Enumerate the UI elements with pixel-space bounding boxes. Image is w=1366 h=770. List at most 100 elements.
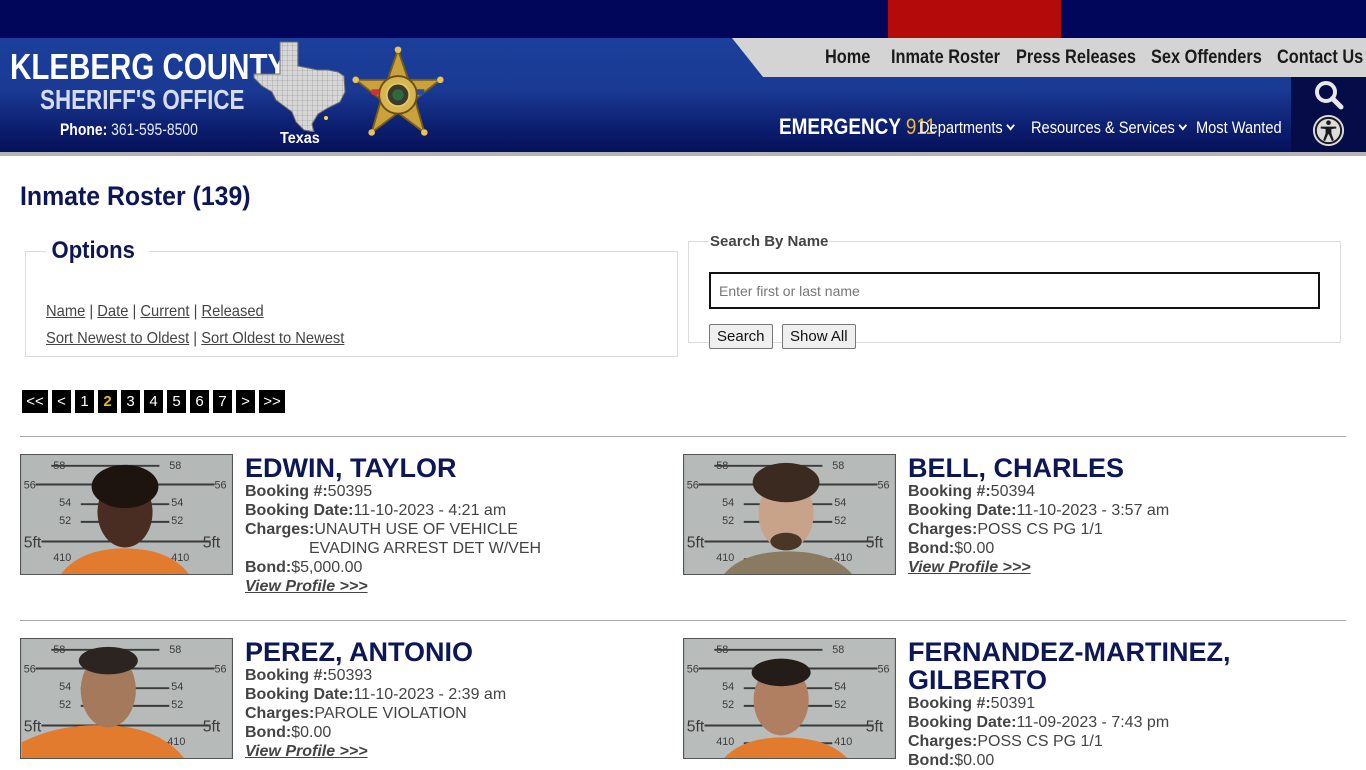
options-legend: Options (51, 237, 135, 264)
nav-departments-dropdown[interactable]: Departments (919, 112, 1016, 144)
nav-inmate-roster[interactable]: Inmate Roster (891, 38, 1000, 77)
nav-most-wanted[interactable]: Most Wanted (1196, 112, 1282, 144)
filter-released-link[interactable]: Released (202, 303, 264, 320)
bond-label: Bond: (908, 752, 955, 769)
svg-text:54: 54 (834, 681, 846, 693)
inmate-name: BELL, CHARLES (908, 453, 1124, 483)
svg-text:54: 54 (59, 681, 71, 693)
page-7-button[interactable]: 7 (213, 390, 232, 413)
filter-name-link[interactable]: Name (46, 303, 85, 320)
svg-text:56: 56 (687, 663, 699, 675)
separator: | (89, 303, 94, 320)
svg-text:58: 58 (832, 644, 844, 656)
booking-number-label: Booking #: (908, 483, 991, 500)
inmate-name-line2: GILBERTO (908, 665, 1048, 695)
svg-text:58: 58 (53, 460, 65, 472)
view-profile-link[interactable]: View Profile >>> (245, 742, 368, 761)
accessibility-icon[interactable] (1311, 113, 1346, 148)
row-divider (20, 436, 1346, 437)
svg-text:54: 54 (171, 681, 183, 693)
inmate-name: PEREZ, ANTONIO (245, 637, 474, 667)
booking-date-value: 11-09-2023 - 7:43 pm (1016, 714, 1170, 731)
nav-press-releases[interactable]: Press Releases (1016, 38, 1136, 77)
charge-value: UNAUTH USE OF VEHICLE (314, 521, 518, 538)
search-button[interactable]: Search (709, 324, 773, 349)
search-legend: Search By Name (710, 233, 829, 250)
mugshot-image: 58 5856 5654 5452 525ft 5ft410 (21, 639, 232, 758)
emergency-label: EMERGENCY (779, 114, 901, 139)
svg-text:410: 410 (834, 736, 852, 748)
charge-value: POSS CS PG 1/1 (977, 733, 1103, 750)
chevron-down-icon (1178, 120, 1188, 131)
inmate-info: FERNANDEZ-MARTINEZ, GILBERTO Booking #:5… (908, 638, 1230, 770)
sort-newest-link[interactable]: Sort Newest to Oldest (46, 330, 189, 347)
booking-date-label: Booking Date: (245, 686, 354, 703)
page-prev-button[interactable]: < (52, 390, 71, 413)
nav-sex-offenders[interactable]: Sex Offenders (1151, 38, 1262, 77)
svg-text:54: 54 (834, 497, 846, 509)
booking-number: Booking #:50394 (908, 482, 1169, 501)
booking-number-value: 50391 (990, 695, 1036, 712)
view-profile-link[interactable]: View Profile >>> (245, 577, 368, 596)
charge-value: PAROLE VIOLATION (314, 705, 467, 722)
page-4-button[interactable]: 4 (144, 390, 163, 413)
booking-date-value: 11-10-2023 - 3:57 am (1016, 502, 1170, 519)
inmate-photo[interactable]: 58 58 56 56 54 54 52 52 5ft 5ft 410 410 (20, 454, 233, 575)
inmate-photo[interactable]: 58 58 56 56 54 54 52 52 5ft 5ft 410 (20, 638, 233, 759)
svg-text:52: 52 (722, 515, 734, 527)
booking-date: Booking Date:11-10-2023 - 2:39 am (245, 685, 506, 704)
nav-contact-us[interactable]: Contact Us (1277, 38, 1363, 77)
filter-current-link[interactable]: Current (140, 303, 189, 320)
svg-text:410: 410 (716, 736, 734, 748)
page-2-button[interactable]: 2 (98, 390, 117, 413)
charge-value: EVADING ARREST DET W/VEH (309, 540, 542, 557)
sign-up-alerts-button[interactable] (888, 0, 1061, 38)
svg-text:5ft: 5ft (24, 718, 42, 735)
bond: Bond:$5,000.00 (245, 558, 541, 577)
booking-number-label: Booking #: (245, 483, 328, 500)
page-first-button[interactable]: << (22, 390, 48, 413)
charges: Charges:POSS CS PG 1/1 (908, 520, 1169, 539)
svg-text:5ft: 5ft (866, 534, 884, 551)
mugshot-image: 58 5856 5654 5452 525ft 5ft410 410 (21, 455, 232, 574)
svg-text:56: 56 (215, 479, 227, 491)
top-utility-bar (0, 0, 1366, 38)
view-profile-link[interactable]: View Profile >>> (908, 558, 1031, 577)
svg-text:58: 58 (716, 644, 728, 656)
emergency-911-link[interactable]: EMERGENCY 911 (779, 111, 936, 143)
page-next-button[interactable]: > (236, 390, 255, 413)
svg-text:56: 56 (24, 663, 36, 675)
show-all-button[interactable]: Show All (782, 324, 856, 349)
page-last-button[interactable]: >> (259, 390, 285, 413)
sort-oldest-link[interactable]: Sort Oldest to Newest (201, 330, 344, 347)
page-3-button[interactable]: 3 (121, 390, 140, 413)
phone-label: Phone: (60, 120, 108, 139)
nav-resources-dropdown[interactable]: Resources & Services (1031, 112, 1188, 144)
svg-text:5ft: 5ft (203, 718, 221, 735)
inmate-photo[interactable]: 58 58 56 56 54 54 52 52 5ft 5ft 410 410 (683, 638, 896, 759)
page-1-button[interactable]: 1 (75, 390, 94, 413)
booking-number-value: 50393 (327, 667, 373, 684)
filter-date-link[interactable]: Date (97, 303, 128, 320)
svg-text:52: 52 (171, 515, 183, 527)
svg-text:52: 52 (834, 515, 846, 527)
bond-value: $0.00 (954, 540, 995, 557)
page-5-button[interactable]: 5 (167, 390, 186, 413)
chevron-down-icon (1006, 120, 1016, 131)
inmate-name: FERNANDEZ-MARTINEZ, GILBERTO (908, 638, 1230, 694)
svg-text:5ft: 5ft (687, 718, 705, 735)
name-search-input[interactable] (709, 272, 1320, 309)
inmate-photo[interactable]: 58 58 56 56 54 54 52 52 5ft 5ft 410 410 (683, 454, 896, 575)
search-icon[interactable] (1313, 80, 1345, 112)
nav-home[interactable]: Home (825, 38, 870, 77)
page-6-button[interactable]: 6 (190, 390, 209, 413)
svg-text:410: 410 (53, 552, 71, 564)
phone-value: 361-595-8500 (111, 120, 198, 139)
booking-date: Booking Date:11-10-2023 - 3:57 am (908, 501, 1169, 520)
row-divider (20, 620, 1346, 621)
booking-date: Booking Date:11-10-2023 - 4:21 am (245, 501, 541, 520)
header-divider (0, 152, 1366, 156)
options-panel: Options Name | Date | Current | Released… (25, 237, 678, 357)
mugshot-image: 58 5856 5654 5452 525ft 5ft410 410 (684, 455, 895, 574)
inmate-info: BELL, CHARLES Booking #:50394 Booking Da… (908, 454, 1169, 577)
